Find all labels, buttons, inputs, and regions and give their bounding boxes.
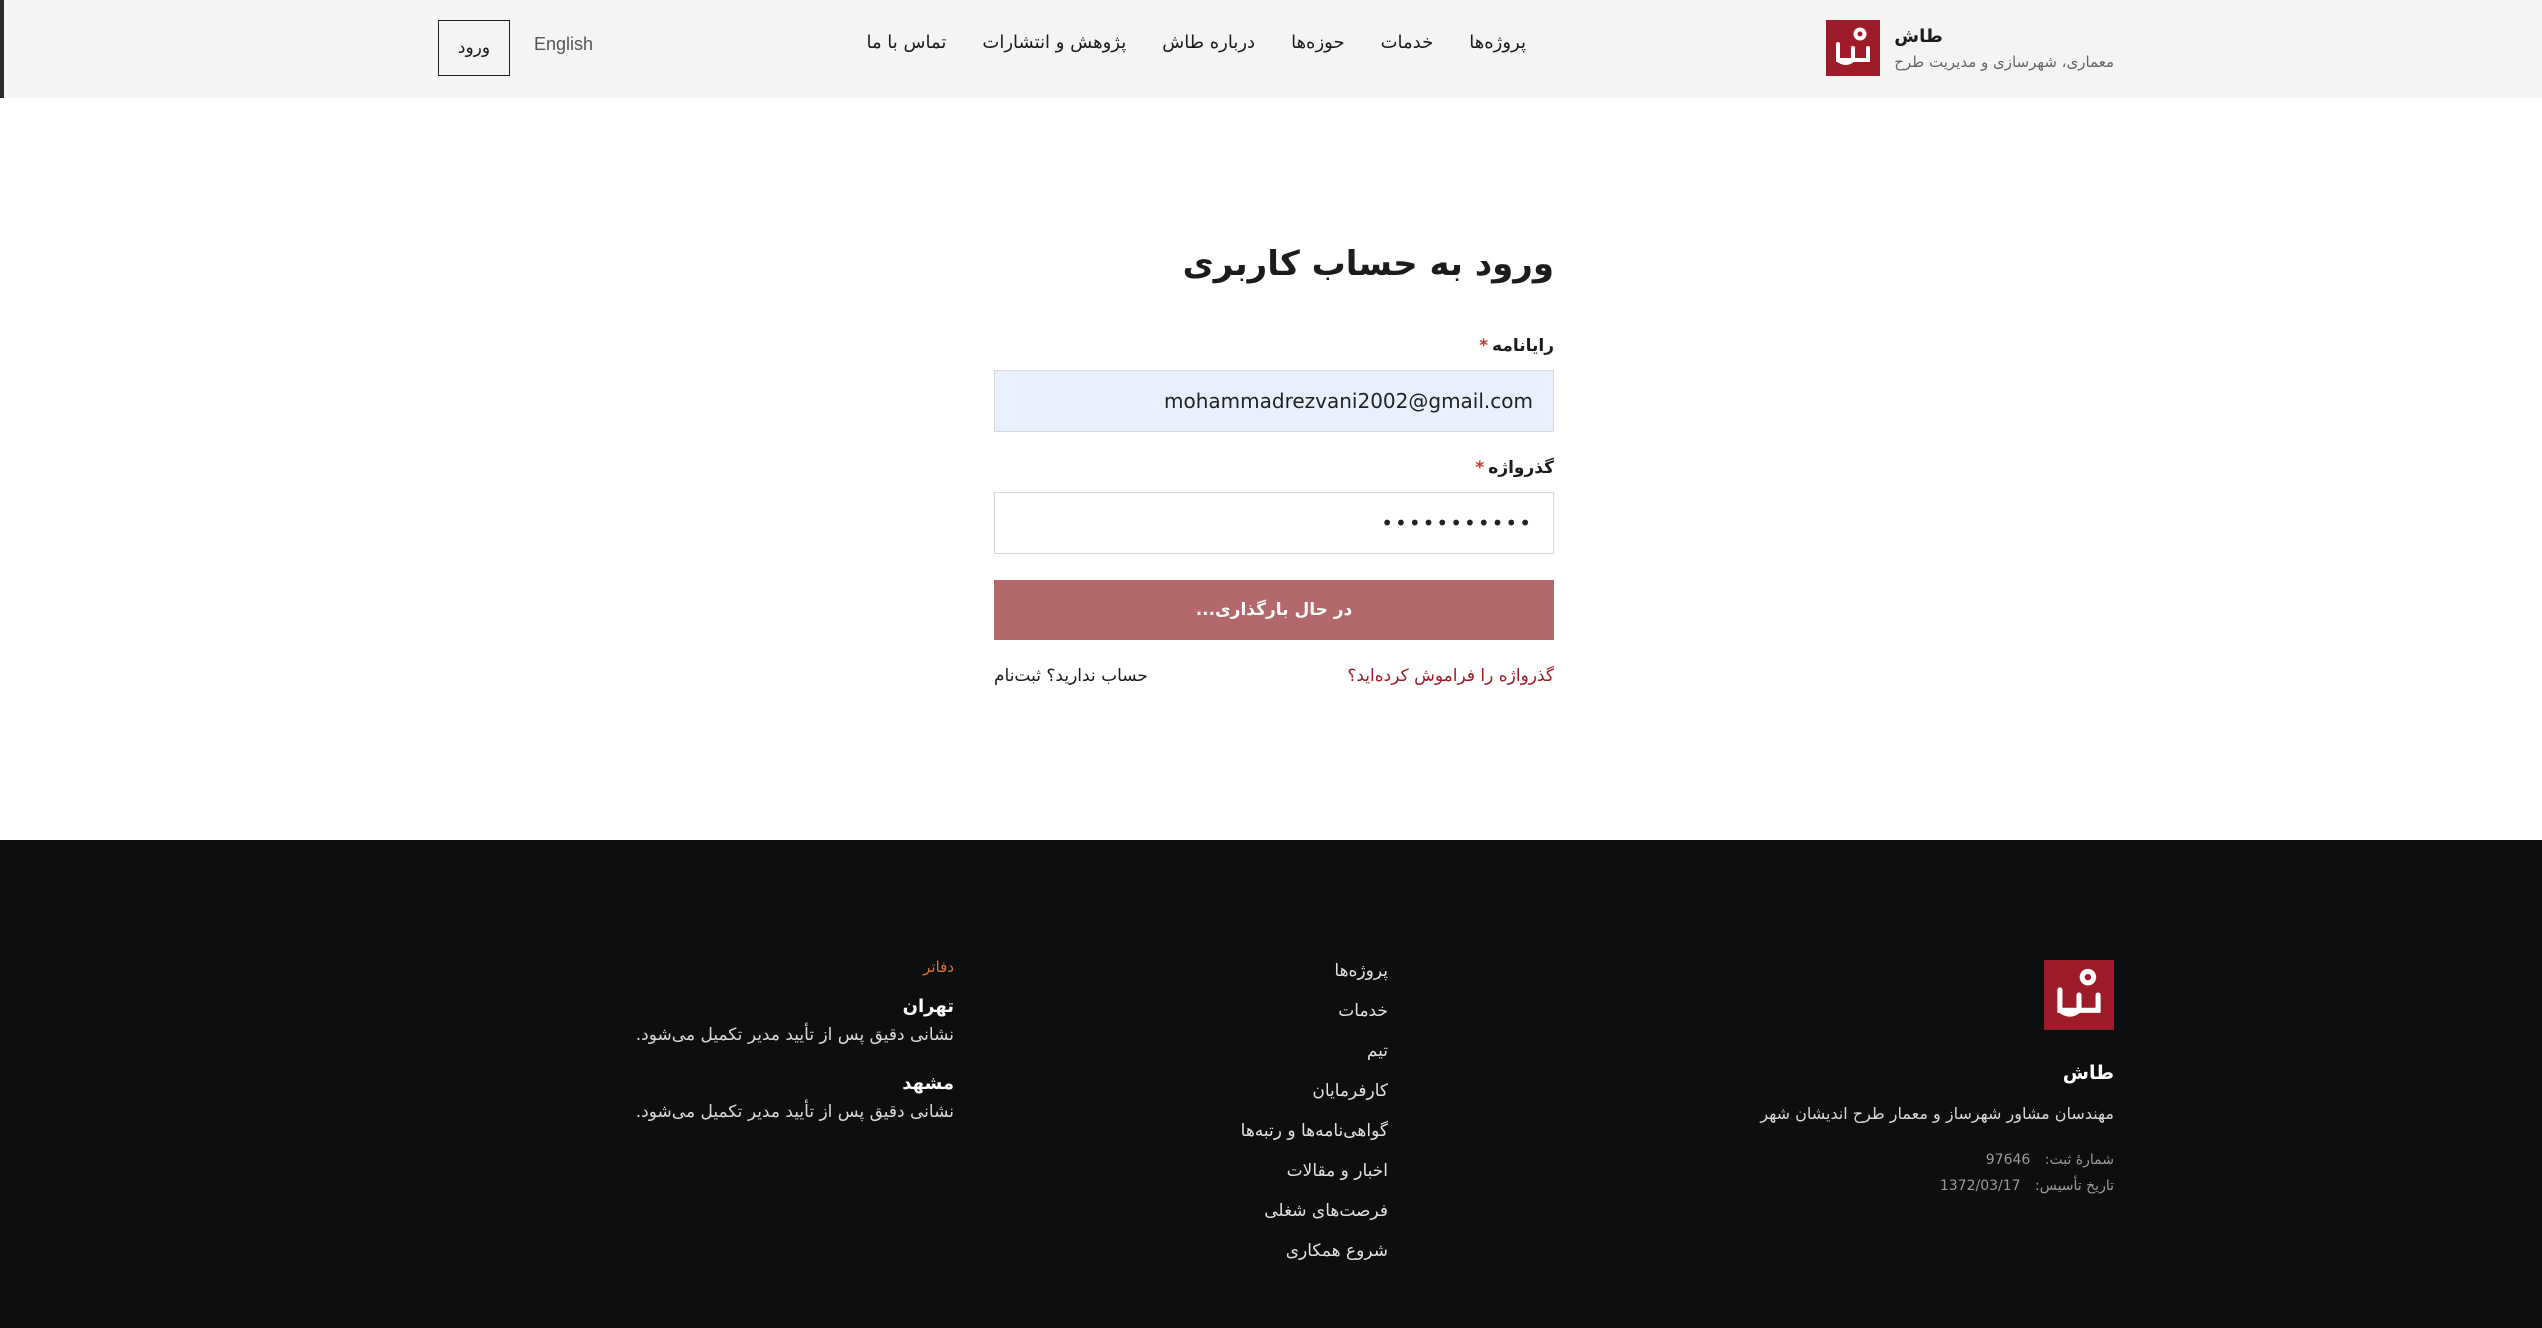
registration-label: شمارهٔ ثبت: [2044,1152,2114,1168]
page-title: ورود به حساب کاربری [1182,244,1554,284]
site-header: طاش معماری، شهرسازی و مدیریت طرح پروژه‌ه… [0,0,2542,98]
forgot-password-link[interactable]: گذرواژه را فراموش کرده‌اید؟ [1347,666,1554,686]
offices-title: دفاتر [923,958,954,976]
footer-link-news[interactable]: اخبار و مقالات [1287,1160,1388,1183]
submit-button[interactable]: در حال بارگذاری... [994,580,1554,640]
footer-link-projects[interactable]: پروژه‌ها [1334,960,1388,983]
login-form: ورود به حساب کاربری رایانامه* گذرواژه* د… [994,240,1554,686]
footer-links: پروژه‌ها خدمات تیم کارفرمایان گواهی‌نامه… [1241,960,1388,1263]
footer-link-certificates[interactable]: گواهی‌نامه‌ها و رتبه‌ها [1241,1120,1388,1143]
language-switch-link[interactable]: English [534,34,593,55]
login-page: طاش معماری، شهرسازی و مدیریت طرح پروژه‌ه… [0,0,2542,1328]
footer-link-clients[interactable]: کارفرمایان [1312,1080,1388,1103]
email-label-text: رایانامه [1492,336,1554,356]
tash-logo-icon[interactable] [2044,960,2114,1030]
header-login-button[interactable]: ورود [438,20,510,76]
footer-link-services[interactable]: خدمات [1338,1000,1388,1023]
nav-item-fields[interactable]: حوزه‌ها [1291,32,1345,53]
footer-brand-description: مهندسان مشاور شهرساز و معمار طرح اندیشان… [1760,1104,2114,1123]
nav-item-services[interactable]: خدمات [1381,32,1434,53]
tash-logo-icon[interactable] [1826,20,1881,76]
nav-item-contact[interactable]: تماس با ما [866,32,946,53]
office-address-mashhad: نشانی دقیق پس از تأیید مدیر تکمیل می‌شود… [635,1102,954,1122]
footer-link-careers[interactable]: فرصت‌های شغلی [1264,1200,1388,1223]
registration-number: 97646 [1985,1152,2031,1168]
footer-brand-name: طاش [2062,1062,2114,1084]
brand-text: طاش معماری، شهرسازی و مدیریت طرح [1894,26,2114,71]
password-field[interactable] [994,492,1554,554]
footer-offices: دفاتر تهران نشانی دقیق پس از تأیید مدیر … [636,958,954,1122]
email-field[interactable] [994,370,1554,432]
founded-label: تاریخ تأسیس: [2035,1178,2114,1194]
main-nav: پروژه‌ها خدمات حوزه‌ها درباره طاش پژوهش … [866,32,1526,53]
required-mark: * [1475,458,1485,478]
site-footer: طاش مهندسان مشاور شهرساز و معمار طرح اند… [0,840,2542,1328]
form-links: گذرواژه را فراموش کرده‌اید؟ حساب ندارید؟… [994,666,1554,686]
footer-link-collaborate[interactable]: شروع همکاری [1286,1240,1388,1263]
email-label: رایانامه* [994,334,1554,358]
brand-tagline: معماری، شهرسازی و مدیریت طرح [1894,52,2114,71]
brand[interactable]: طاش معماری، شهرسازی و مدیریت طرح [1826,20,2114,76]
footer-link-team[interactable]: تیم [1367,1040,1388,1063]
nav-item-projects[interactable]: پروژه‌ها [1469,32,1526,53]
office-city-tehran: تهران [902,996,954,1017]
brand-name: طاش [1894,25,1943,47]
founded-info: تاریخ تأسیس: 1372/03/17 [1940,1173,2114,1199]
footer-brand: طاش مهندسان مشاور شهرساز و معمار طرح اند… [1714,960,2114,1199]
footer-meta: شمارهٔ ثبت: 97646 تاریخ تأسیس: 1372/03/1… [1940,1147,2114,1199]
registration-info: شمارهٔ ثبت: 97646 [1940,1147,2114,1173]
signup-link[interactable]: حساب ندارید؟ ثبت‌نام [994,666,1148,686]
office-address-tehran: نشانی دقیق پس از تأیید مدیر تکمیل می‌شود… [635,1025,954,1045]
office-city-mashhad: مشهد [902,1073,954,1094]
nav-item-research[interactable]: پژوهش و انتشارات [982,32,1126,53]
password-label: گذرواژه* [994,456,1554,480]
password-label-text: گذرواژه [1488,458,1554,478]
founded-date: 1372/03/17 [1939,1178,2021,1194]
required-mark: * [1479,336,1489,356]
nav-item-about[interactable]: درباره طاش [1162,32,1255,53]
